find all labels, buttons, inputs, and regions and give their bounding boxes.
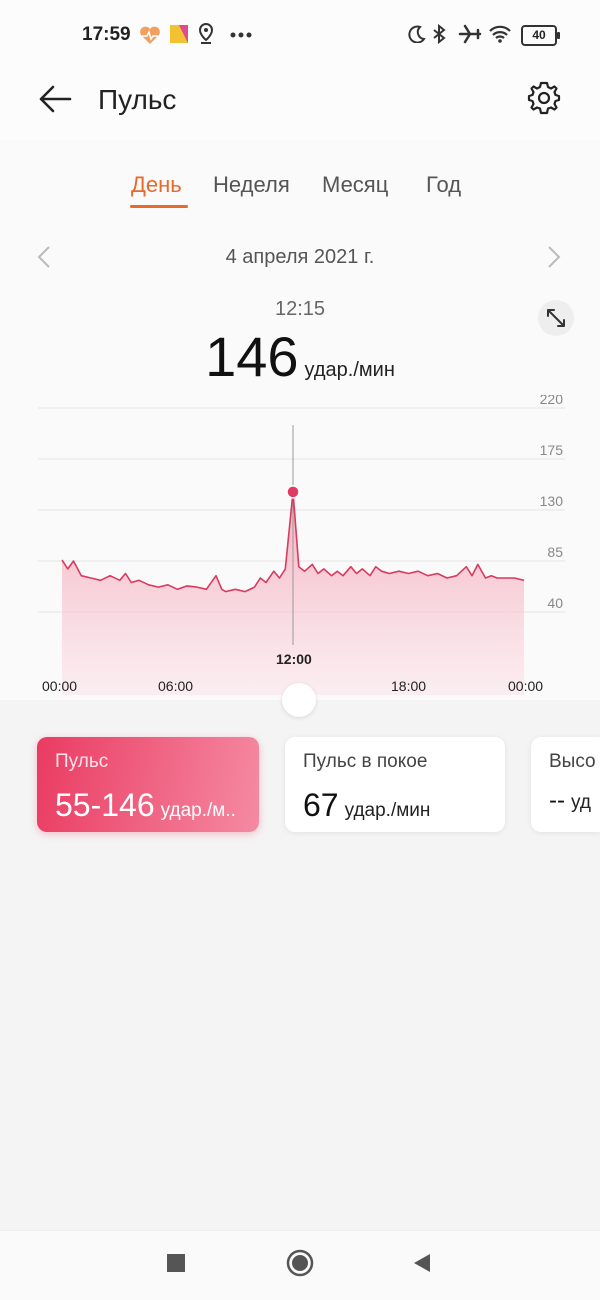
- recents-button[interactable]: [166, 1253, 186, 1273]
- tab-day[interactable]: День: [131, 172, 182, 198]
- card-label: Высо: [549, 751, 596, 772]
- bluetooth-icon: [433, 24, 446, 44]
- chart-scrubber-handle[interactable]: [282, 683, 316, 717]
- reading-value-row: 146 удар./мин: [0, 324, 600, 389]
- y-tick-label: 40: [547, 595, 563, 611]
- header: [0, 70, 600, 140]
- card-resting-pulse[interactable]: Пульс в покое 67 удар./мин: [285, 737, 505, 832]
- card-value-unit: удар./м..: [160, 800, 236, 821]
- y-tick-label: 85: [547, 544, 563, 560]
- card-pulse[interactable]: Пульс 55-146 удар./м..: [37, 737, 259, 832]
- reading-time: 12:15: [274, 298, 326, 320]
- tab-week[interactable]: Неделя: [213, 172, 290, 198]
- x-tick-label: 18:00: [391, 678, 427, 694]
- y-tick-label: 130: [540, 493, 564, 509]
- gear-icon[interactable]: [526, 80, 562, 116]
- x-tick-label: 06:00: [158, 678, 194, 694]
- card-label: Пульс в покое: [303, 751, 428, 772]
- reading-value: 146: [205, 325, 299, 388]
- highlight-point: [286, 485, 300, 499]
- selected-x-label: 12:00: [276, 651, 312, 667]
- tab-day-underline: [130, 205, 188, 208]
- y-tick-label: 220: [540, 395, 564, 407]
- tab-year[interactable]: Год: [426, 172, 461, 198]
- tab-month[interactable]: Месяц: [322, 172, 388, 198]
- x-tick-label: 00:00: [508, 678, 544, 694]
- card-high-pulse[interactable]: Высо -- уд: [531, 737, 600, 832]
- next-date-icon[interactable]: [546, 245, 562, 269]
- wifi-icon: [489, 25, 511, 43]
- back-button[interactable]: [412, 1252, 432, 1274]
- date-label: 4 апреля 2021 г.: [225, 246, 375, 268]
- x-tick-label: 00:00: [42, 678, 78, 694]
- moon-icon: [408, 25, 426, 43]
- card-value: -- уд: [549, 787, 591, 815]
- location-icon: [198, 23, 214, 44]
- app-icon: [170, 25, 188, 43]
- card-value: 67 удар./мин: [303, 787, 430, 824]
- reading-unit: удар./мин: [304, 359, 395, 381]
- card-value: 55-146 удар./м..: [55, 787, 236, 824]
- card-value-unit: удар./мин: [344, 800, 431, 821]
- card-label: Пульс: [55, 751, 109, 772]
- status-time: 17:59: [82, 24, 131, 45]
- home-button[interactable]: [285, 1248, 315, 1278]
- page-title: Пульс: [98, 84, 177, 115]
- heart-rate-icon: [140, 26, 160, 44]
- card-value-number: --: [549, 787, 565, 814]
- y-tick-label: 175: [540, 442, 564, 458]
- more-dots-icon: [230, 32, 252, 38]
- card-value-number: 67: [303, 787, 339, 823]
- expand-button[interactable]: [538, 300, 574, 336]
- back-arrow-icon[interactable]: [38, 84, 72, 114]
- expand-icon: [547, 309, 565, 327]
- airplane-icon: [458, 24, 482, 44]
- battery-indicator: 40: [521, 25, 560, 46]
- card-value-number: 55-146: [55, 787, 155, 823]
- card-value-unit: уд: [570, 792, 591, 813]
